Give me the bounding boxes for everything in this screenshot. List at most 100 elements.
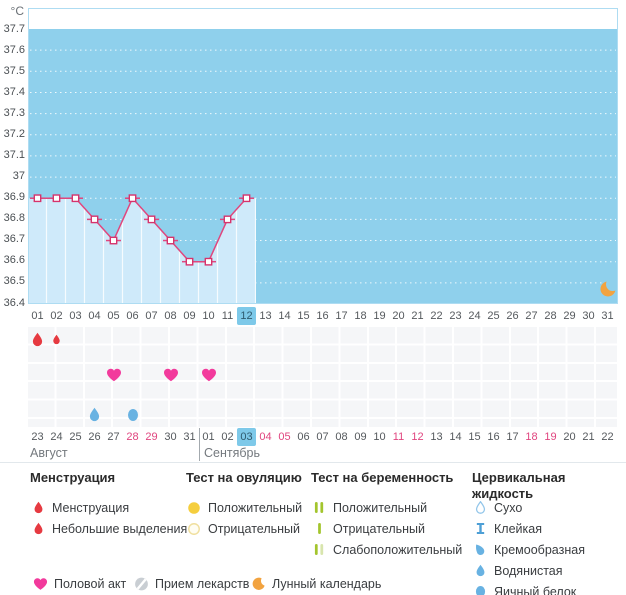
calendar-date-cell[interactable]: 19 — [541, 428, 560, 446]
cycle-day-cell[interactable]: 24 — [465, 307, 484, 325]
cycle-day-cell[interactable]: 18 — [351, 307, 370, 325]
y-axis-tick: 37.4 — [3, 85, 25, 98]
cycle-day-cell[interactable]: 20 — [389, 307, 408, 325]
cycle-day-cell[interactable]: 03 — [66, 307, 85, 325]
calendar-date-cell[interactable]: 02 — [218, 428, 237, 446]
cycle-day-cell[interactable]: 15 — [294, 307, 313, 325]
temperature-point[interactable] — [52, 194, 61, 203]
intercourse-heart-icon — [201, 368, 217, 387]
legend-column: Тест на беременность Положительный Отрицат… — [311, 470, 462, 560]
month-label-august: Август — [30, 446, 68, 460]
calendar-date-cell[interactable]: 13 — [427, 428, 446, 446]
y-axis-tick: 36.8 — [3, 212, 25, 225]
menstruation-drop-icon — [30, 501, 46, 514]
cycle-day-cell[interactable]: 09 — [180, 307, 199, 325]
calendar-date-cell[interactable]: 31 — [180, 428, 199, 446]
temperature-point[interactable] — [223, 215, 232, 224]
cycle-day-cell[interactable]: 30 — [579, 307, 598, 325]
calendar-date-cell[interactable]: 25 — [66, 428, 85, 446]
cycle-day-cell[interactable]: 23 — [446, 307, 465, 325]
cycle-day-cell[interactable]: 17 — [332, 307, 351, 325]
cycle-day-cell[interactable]: 01 — [28, 307, 47, 325]
cycle-day-cell[interactable]: 22 — [427, 307, 446, 325]
cycle-day-cell[interactable]: 08 — [161, 307, 180, 325]
calendar-date-cell[interactable]: 10 — [370, 428, 389, 446]
calendar-date-cell[interactable]: 21 — [579, 428, 598, 446]
pregnancy-positive-icon — [311, 501, 327, 514]
cycle-day-cell[interactable]: 10 — [199, 307, 218, 325]
cycle-day-cell[interactable]: 28 — [541, 307, 560, 325]
ovulation-negative-icon — [186, 522, 202, 536]
calendar-date-cell[interactable]: 23 — [28, 428, 47, 446]
legend-item: Менструация — [30, 497, 187, 518]
legend-item: Прием лекарств — [133, 574, 249, 594]
calendar-date-cell[interactable]: 15 — [465, 428, 484, 446]
cycle-day-cell[interactable]: 14 — [275, 307, 294, 325]
calendar-date-cell[interactable]: 16 — [484, 428, 503, 446]
legend-item-label: Клейкая — [494, 521, 542, 536]
cycle-day-cell[interactable]: 04 — [85, 307, 104, 325]
cycle-day-cell[interactable]: 12 — [237, 307, 256, 325]
calendar-date-cell[interactable]: 14 — [446, 428, 465, 446]
cycle-day-cell[interactable]: 31 — [598, 307, 617, 325]
temperature-point[interactable] — [128, 194, 137, 203]
legend-item: Слабоположительный — [311, 539, 462, 560]
calendar-date-cell[interactable]: 20 — [560, 428, 579, 446]
cycle-day-cell[interactable]: 21 — [408, 307, 427, 325]
cycle-day-cell[interactable]: 25 — [484, 307, 503, 325]
legend-item-label: Половой акт — [54, 577, 127, 591]
calendar-date-cell[interactable]: 07 — [313, 428, 332, 446]
temperature-point[interactable] — [242, 194, 251, 203]
legend-separator-line — [0, 462, 626, 463]
temperature-point[interactable] — [90, 215, 99, 224]
calendar-date-cell[interactable]: 24 — [47, 428, 66, 446]
calendar-date-cell[interactable]: 27 — [104, 428, 123, 446]
calendar-date-cell[interactable]: 11 — [389, 428, 408, 446]
intercourse-heart-icon — [32, 577, 48, 591]
temperature-point[interactable] — [71, 194, 80, 203]
temperature-point[interactable] — [33, 194, 42, 203]
cycle-day-cell[interactable]: 06 — [123, 307, 142, 325]
y-axis-tick: 36.7 — [3, 233, 25, 246]
temperature-point[interactable] — [204, 257, 213, 266]
calendar-date-cell[interactable]: 05 — [275, 428, 294, 446]
legend-item: Водянистая — [472, 560, 626, 581]
calendar-date-cell[interactable]: 08 — [332, 428, 351, 446]
cycle-day-cell[interactable]: 19 — [370, 307, 389, 325]
calendar-date-cell[interactable]: 04 — [256, 428, 275, 446]
cycle-day-cell[interactable]: 02 — [47, 307, 66, 325]
temperature-point[interactable] — [166, 236, 175, 245]
legend-item-label: Сухо — [494, 500, 523, 515]
cycle-day-cell[interactable]: 16 — [313, 307, 332, 325]
legend-item: Кремообразная — [472, 539, 626, 560]
legend-item-label: Положительный — [333, 500, 428, 515]
cycle-day-cell[interactable]: 26 — [503, 307, 522, 325]
calendar-date-cell[interactable]: 29 — [142, 428, 161, 446]
calendar-date-cell[interactable]: 26 — [85, 428, 104, 446]
month-separator-line — [199, 428, 200, 461]
legend-item-label: Отрицательный — [208, 521, 301, 536]
cycle-day-cell[interactable]: 07 — [142, 307, 161, 325]
calendar-date-cell[interactable]: 09 — [351, 428, 370, 446]
calendar-date-cell[interactable]: 30 — [161, 428, 180, 446]
y-axis-unit: °C — [10, 4, 24, 18]
calendar-date-cell[interactable]: 18 — [522, 428, 541, 446]
calendar-date-cell[interactable]: 03 — [237, 428, 256, 446]
temperature-point[interactable] — [109, 236, 118, 245]
cycle-day-cell[interactable]: 27 — [522, 307, 541, 325]
legend-item-label: Слабоположительный — [333, 542, 463, 557]
cycle-day-cell[interactable]: 05 — [104, 307, 123, 325]
temperature-plot[interactable] — [28, 8, 620, 304]
calendar-date-cell[interactable]: 01 — [199, 428, 218, 446]
cycle-day-cell[interactable]: 11 — [218, 307, 237, 325]
cycle-day-cell[interactable]: 13 — [256, 307, 275, 325]
calendar-date-cell[interactable]: 12 — [408, 428, 427, 446]
temperature-point[interactable] — [185, 257, 194, 266]
calendar-date-cell[interactable]: 22 — [598, 428, 617, 446]
y-axis-tick: 36.5 — [3, 275, 25, 288]
cycle-day-cell[interactable]: 29 — [560, 307, 579, 325]
calendar-date-cell[interactable]: 28 — [123, 428, 142, 446]
temperature-point[interactable] — [147, 215, 156, 224]
calendar-date-cell[interactable]: 17 — [503, 428, 522, 446]
calendar-date-cell[interactable]: 06 — [294, 428, 313, 446]
